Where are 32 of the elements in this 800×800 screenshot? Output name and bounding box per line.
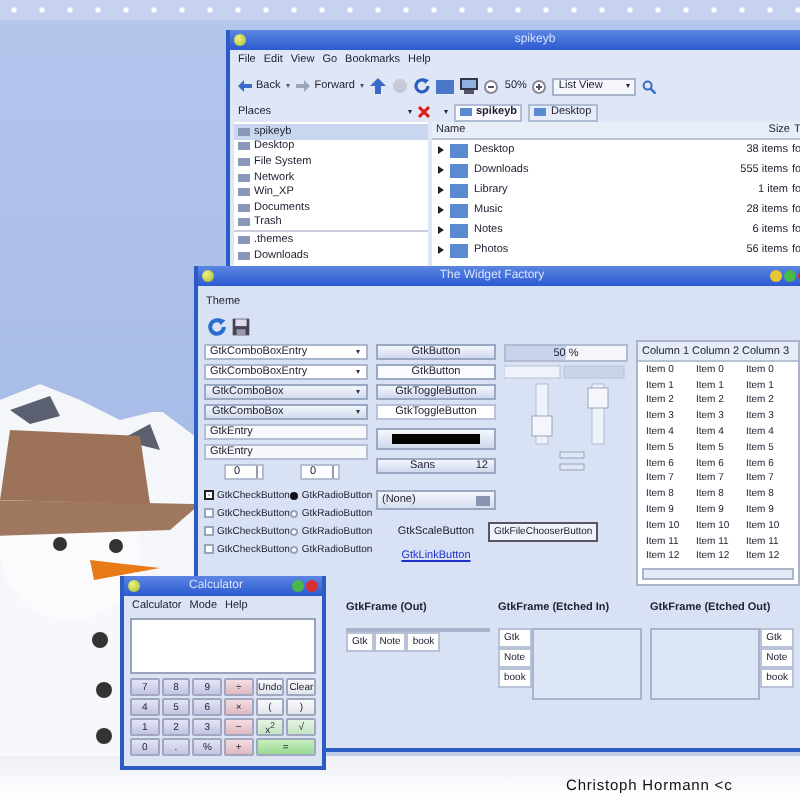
reload-icon[interactable] <box>208 318 226 336</box>
back-arrow-icon <box>238 80 252 92</box>
close-icon[interactable] <box>418 106 430 118</box>
folder-icon <box>476 495 490 505</box>
notebook-page <box>346 628 490 633</box>
notebook-page <box>650 628 761 701</box>
minimize-button[interactable] <box>770 270 782 282</box>
caret-icon[interactable] <box>408 110 412 114</box>
search-icon[interactable] <box>642 79 657 93</box>
expander-icon[interactable] <box>438 246 444 254</box>
caret-icon[interactable] <box>286 84 291 88</box>
app-icon[interactable] <box>128 580 140 592</box>
expander-icon[interactable] <box>438 166 444 174</box>
app-icon[interactable] <box>202 270 214 282</box>
caret-icon[interactable] <box>360 84 365 88</box>
computer-icon[interactable] <box>460 78 479 94</box>
color-button[interactable] <box>376 428 496 450</box>
notebook-page <box>531 628 642 701</box>
horizontal-scrollbar[interactable] <box>642 568 794 581</box>
expander-icon[interactable] <box>438 226 444 234</box>
expander-icon[interactable] <box>438 146 444 154</box>
folder-icon[interactable] <box>436 78 455 94</box>
up-arrow-icon[interactable] <box>370 78 387 94</box>
zoom-out-icon[interactable] <box>484 79 499 93</box>
app-icon[interactable] <box>234 34 246 46</box>
save-icon[interactable] <box>232 318 250 336</box>
forward-arrow-icon <box>296 80 311 92</box>
reload-icon[interactable] <box>414 78 431 94</box>
zoom-in-icon[interactable] <box>532 79 547 93</box>
caret-icon[interactable] <box>444 110 448 114</box>
expander-icon[interactable] <box>438 206 444 214</box>
expander-icon[interactable] <box>438 186 444 194</box>
